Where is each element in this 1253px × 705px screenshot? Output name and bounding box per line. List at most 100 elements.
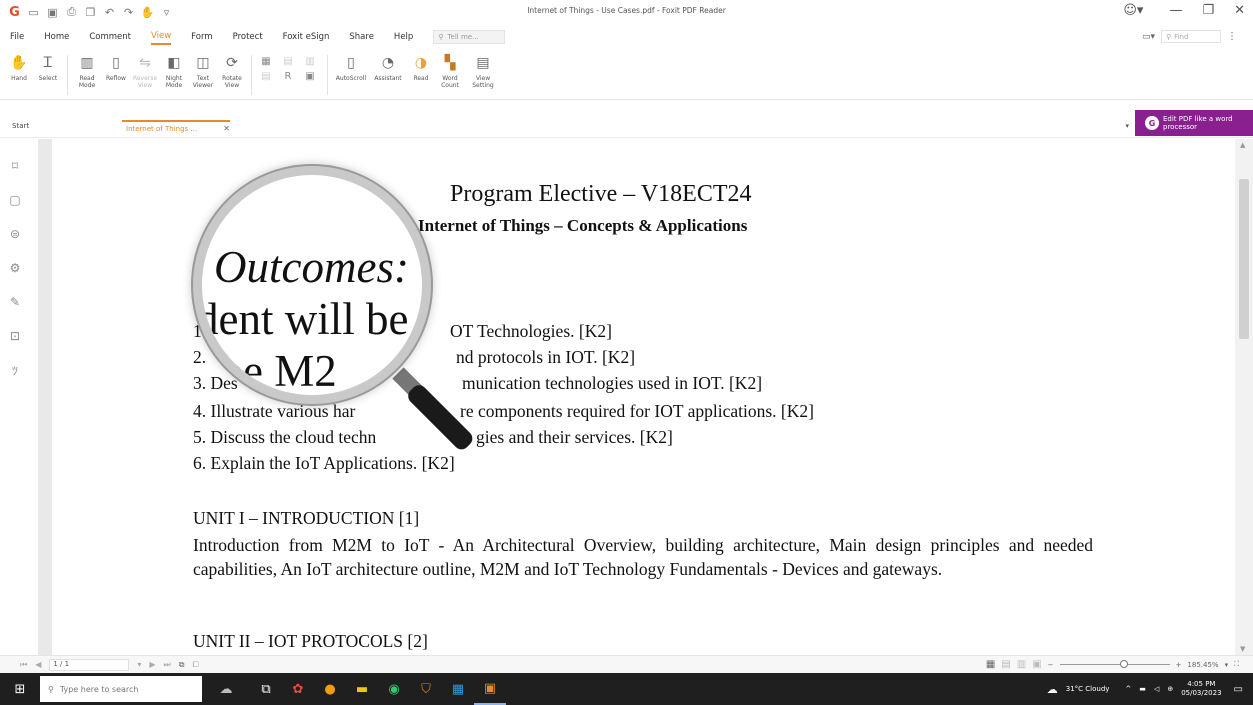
menu-view[interactable]: View bbox=[151, 29, 172, 45]
edit-pdf-promo-button[interactable]: G Edit PDF like a word processor bbox=[1135, 110, 1253, 136]
menu-file[interactable]: File bbox=[10, 30, 24, 44]
zoom-dropdown-icon[interactable]: ▾ bbox=[1225, 661, 1229, 669]
tab-document[interactable]: Internet of Things ... ✕ bbox=[122, 120, 230, 136]
find-input[interactable]: ⚲ Find bbox=[1161, 30, 1221, 43]
view-setting-button[interactable]: ▤ View Setting bbox=[466, 50, 500, 89]
menu-protect[interactable]: Protect bbox=[233, 30, 263, 44]
edge-icon[interactable]: ◉ bbox=[378, 673, 410, 705]
hand-tool-icon[interactable]: ✋ bbox=[141, 6, 155, 19]
night-mode-button[interactable]: ◧ Night Mode bbox=[161, 50, 187, 89]
fullscreen-icon[interactable]: ⛶ bbox=[1234, 660, 1239, 669]
settings-icon[interactable]: ⚙ bbox=[8, 261, 22, 275]
tab-list-dropdown-icon[interactable]: ▾ bbox=[1125, 122, 1129, 130]
reverse-view-button[interactable]: ⇋ Reverse View bbox=[132, 50, 158, 89]
page-dropdown-icon[interactable]: ▾ bbox=[137, 660, 141, 669]
language-icon[interactable]: ⊕ bbox=[1167, 685, 1173, 693]
single-view-icon[interactable]: ▦ bbox=[986, 659, 995, 670]
print-icon[interactable]: ⎙ bbox=[65, 5, 78, 19]
last-page-icon[interactable]: ⏭ bbox=[164, 660, 171, 670]
scrollbar-thumb[interactable] bbox=[1239, 179, 1249, 339]
open-icon[interactable]: ▭ bbox=[27, 6, 40, 19]
close-button[interactable]: ✕ bbox=[1234, 3, 1245, 18]
rotate-view-button[interactable]: ⟳ Rotate View bbox=[219, 50, 245, 89]
scroll-down-icon[interactable]: ▼ bbox=[1240, 645, 1245, 653]
read-aloud-button[interactable]: ◑ Read bbox=[408, 50, 434, 82]
select-button[interactable]: Ꮖ Select bbox=[35, 50, 61, 82]
customize-icon[interactable]: ▿ bbox=[160, 6, 173, 19]
zoom-slider-knob[interactable] bbox=[1119, 660, 1128, 668]
scroll-up-icon[interactable]: ▲ bbox=[1240, 141, 1245, 149]
minimize-button[interactable]: — bbox=[1169, 3, 1182, 18]
text-viewer-button[interactable]: ◫ Text Viewer bbox=[190, 50, 216, 89]
copy-icon[interactable]: ❐ bbox=[84, 6, 97, 19]
continuous-icon[interactable]: ▤ bbox=[280, 56, 296, 67]
close-tab-icon[interactable]: ✕ bbox=[223, 124, 230, 133]
tell-me-box[interactable]: ⚲ Tell me... bbox=[433, 30, 506, 44]
zoom-out-icon[interactable]: − bbox=[1048, 661, 1054, 669]
network-icon[interactable]: ▬ bbox=[1139, 685, 1146, 693]
page-layout-icon[interactable]: ▣ bbox=[302, 71, 318, 82]
pdf-page-view[interactable]: Program Elective – V18ECT24 Internet of … bbox=[52, 139, 1235, 655]
next-page-icon[interactable]: ▶ bbox=[149, 660, 155, 669]
word-count-button[interactable]: ▚ Word Count bbox=[437, 50, 463, 89]
foxit-taskbar-icon[interactable]: ▣ bbox=[474, 673, 506, 705]
reflow-button[interactable]: ▯ Reflow bbox=[103, 50, 129, 82]
zoom-level[interactable]: 185.45% bbox=[1187, 661, 1218, 669]
page-number-input[interactable]: 1 / 1 bbox=[49, 658, 130, 671]
brave-icon[interactable]: ⛉ bbox=[410, 673, 442, 705]
notification-icon[interactable]: ▭ bbox=[1234, 684, 1243, 695]
fit-page-icon[interactable]: ⧠ bbox=[192, 660, 198, 670]
undo-icon[interactable]: ↶ bbox=[103, 6, 116, 19]
taskbar-search[interactable]: ⚲ Type here to search bbox=[40, 676, 202, 702]
save-icon[interactable]: ▣ bbox=[46, 6, 59, 19]
security-icon[interactable]: ⊡ bbox=[8, 329, 22, 343]
single-page-icon[interactable]: ▦ bbox=[258, 56, 274, 67]
menu-home[interactable]: Home bbox=[44, 30, 69, 44]
pages-icon[interactable]: ▢ bbox=[8, 193, 22, 207]
split-icon[interactable]: R bbox=[280, 71, 296, 82]
first-page-icon[interactable]: ⏮ bbox=[20, 660, 27, 670]
facing-icon[interactable]: ▥ bbox=[302, 56, 318, 67]
restore-button[interactable]: ❐ bbox=[1202, 3, 1214, 18]
zoom-in-icon[interactable]: + bbox=[1176, 661, 1182, 669]
store-icon[interactable]: ▦ bbox=[442, 673, 474, 705]
autoscroll-button[interactable]: ▯ AutoScroll bbox=[334, 50, 368, 82]
weather-widget-icon[interactable]: ☁ bbox=[202, 673, 250, 705]
menu-help[interactable]: Help bbox=[394, 30, 413, 44]
menu-share[interactable]: Share bbox=[349, 30, 374, 44]
app-icon-2[interactable]: ● bbox=[314, 673, 346, 705]
prev-page-icon[interactable]: ◀ bbox=[35, 660, 41, 669]
vertical-scrollbar[interactable]: ▲ ▼ bbox=[1235, 139, 1253, 655]
menu-foxit-esign[interactable]: Foxit eSign bbox=[283, 30, 330, 44]
menu-comment[interactable]: Comment bbox=[89, 30, 131, 44]
clock[interactable]: 4:05 PM 05/03/2023 bbox=[1181, 680, 1221, 698]
app-icon-1[interactable]: ✿ bbox=[282, 673, 314, 705]
display-icon[interactable]: ▭▾ bbox=[1142, 32, 1155, 42]
zoom-slider[interactable] bbox=[1059, 660, 1170, 668]
continuous-view-icon[interactable]: ▤ bbox=[1001, 659, 1010, 670]
tab-start[interactable]: Start bbox=[12, 122, 29, 130]
assistant-button[interactable]: ◔ Assistant bbox=[371, 50, 405, 82]
attachment-icon[interactable]: ✎ bbox=[8, 295, 22, 309]
windows-start-button[interactable]: ⊞ bbox=[0, 673, 40, 705]
speaker-icon[interactable]: ◁ bbox=[1154, 685, 1159, 693]
copy-page-icon[interactable]: ⧉ bbox=[179, 660, 185, 670]
read-mode-button[interactable]: ▥ Read Mode bbox=[74, 50, 100, 89]
bookmark-icon[interactable]: ⌑ bbox=[8, 159, 22, 173]
weather-status[interactable]: 31°C Cloudy bbox=[1066, 685, 1110, 693]
layers-icon[interactable]: ⊜ bbox=[8, 227, 22, 241]
signature-icon[interactable]: ﾂ bbox=[8, 363, 22, 378]
magnifier-lens[interactable]: Outcomes: dent will be ibe M2 bbox=[202, 175, 422, 395]
tray-chevron-icon[interactable]: ^ bbox=[1125, 685, 1131, 693]
more-options-icon[interactable]: ⋮ bbox=[1227, 31, 1237, 42]
outcome-4-head: 4. Illustrate various har bbox=[193, 401, 356, 421]
menu-form[interactable]: Form bbox=[191, 30, 212, 44]
task-view-icon[interactable]: ⧉ bbox=[250, 673, 282, 705]
file-explorer-icon[interactable]: ▬ bbox=[346, 673, 378, 705]
hand-button[interactable]: ✋ Hand bbox=[6, 50, 32, 82]
cover-view-icon[interactable]: ▣ bbox=[1032, 659, 1041, 670]
cover-page-icon[interactable]: ▤ bbox=[258, 71, 274, 82]
facing-view-icon[interactable]: ▥ bbox=[1017, 659, 1026, 670]
user-account-icon[interactable]: ☺▾ bbox=[1123, 3, 1143, 18]
redo-icon[interactable]: ↷ bbox=[122, 6, 135, 19]
